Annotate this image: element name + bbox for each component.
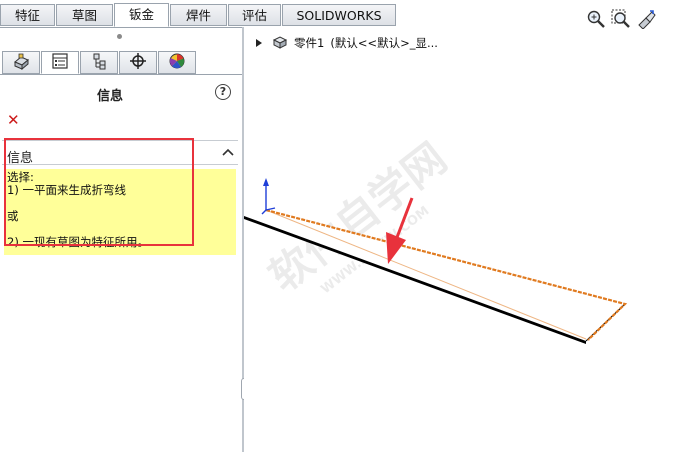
tab-evaluate[interactable]: 评估 — [228, 4, 281, 26]
tab-display-manager[interactable] — [158, 51, 196, 74]
property-manager-icon — [50, 52, 70, 73]
tab-solidworks-mbd[interactable]: SOLIDWORKS MBD — [282, 4, 396, 44]
tab-weldments[interactable]: 焊件 — [170, 4, 227, 26]
panel-grip[interactable] — [117, 34, 122, 39]
feature-manager-icon — [11, 52, 31, 73]
display-manager-icon — [167, 52, 187, 73]
zoom-to-fit-icon[interactable] — [586, 9, 606, 29]
solidworks-window: 特征 草图 钣金 焊件 评估 SOLIDWORKS MBD — [0, 0, 684, 452]
heads-up-view-toolbar — [586, 9, 656, 30]
sheet-top-face[interactable] — [244, 210, 625, 341]
dimxpert-icon — [128, 52, 148, 73]
highlighted-edge — [265, 209, 587, 340]
annotation-highlight-box — [4, 138, 194, 246]
configuration-manager-icon — [89, 52, 109, 73]
tab-sheet-metal[interactable]: 钣金 — [114, 3, 169, 27]
tab-dimxpert-manager[interactable] — [119, 51, 157, 74]
command-manager-tabs: 特征 草图 钣金 焊件 评估 SOLIDWORKS MBD — [0, 0, 684, 44]
pointer-arrow-shaft — [394, 197, 414, 241]
axis-y-arrow — [263, 178, 269, 186]
tab-sketch[interactable]: 草图 — [56, 4, 113, 26]
tab-features[interactable]: 特征 — [0, 4, 55, 26]
previous-view-icon[interactable] — [636, 9, 656, 30]
collapse-chevron-icon[interactable] — [222, 146, 234, 160]
tab-configuration-manager[interactable] — [80, 51, 118, 74]
property-manager-title: 信息 — [96, 89, 123, 104]
zoom-to-area-icon[interactable] — [611, 9, 631, 29]
tab-divider — [0, 74, 242, 75]
tab-feature-manager[interactable] — [2, 51, 40, 74]
cancel-button[interactable]: ✕ — [7, 111, 20, 129]
manager-tabs — [0, 48, 242, 76]
help-button[interactable]: ? — [215, 84, 231, 100]
tab-property-manager[interactable] — [41, 51, 79, 74]
model-scene — [244, 178, 628, 344]
axis-x — [265, 207, 276, 211]
